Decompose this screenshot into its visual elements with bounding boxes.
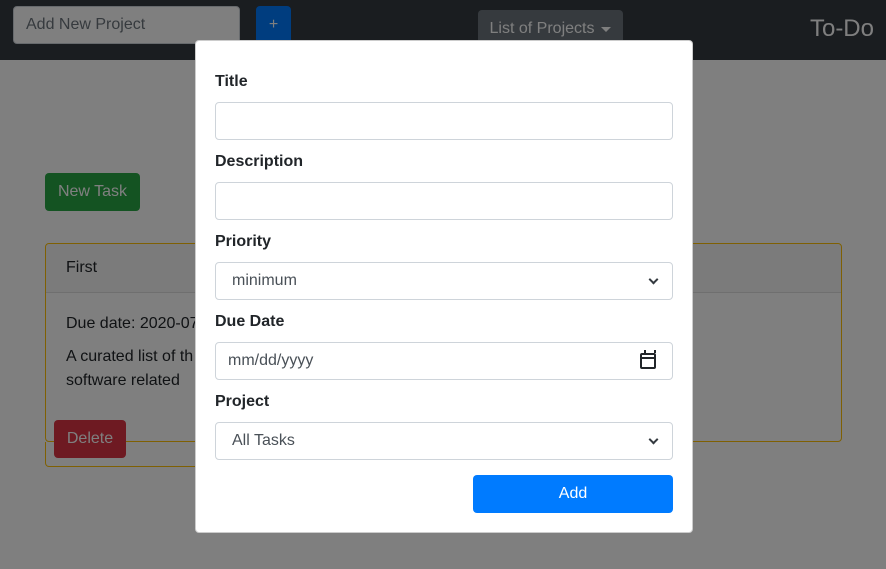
- due-date-placeholder: mm/dd/yyyy: [228, 352, 314, 369]
- project-label: Project: [215, 393, 270, 410]
- priority-selected-value: minimum: [232, 272, 297, 289]
- calendar-icon[interactable]: [640, 350, 656, 369]
- chevron-down-icon: [648, 274, 659, 284]
- title-input[interactable]: [215, 102, 673, 140]
- due-date-label: Due Date: [215, 313, 285, 330]
- description-label: Description: [215, 153, 304, 170]
- new-task-modal: Title Description Priority minimum Due D…: [195, 40, 693, 533]
- priority-label: Priority: [215, 233, 272, 250]
- add-task-button[interactable]: Add: [473, 475, 673, 513]
- title-label: Title: [215, 73, 248, 90]
- project-select[interactable]: All Tasks: [215, 422, 673, 460]
- priority-select[interactable]: minimum: [215, 262, 673, 300]
- project-selected-value: All Tasks: [232, 432, 295, 449]
- chevron-down-icon: [648, 434, 659, 444]
- due-date-input[interactable]: mm/dd/yyyy: [215, 342, 673, 380]
- description-input[interactable]: [215, 182, 673, 220]
